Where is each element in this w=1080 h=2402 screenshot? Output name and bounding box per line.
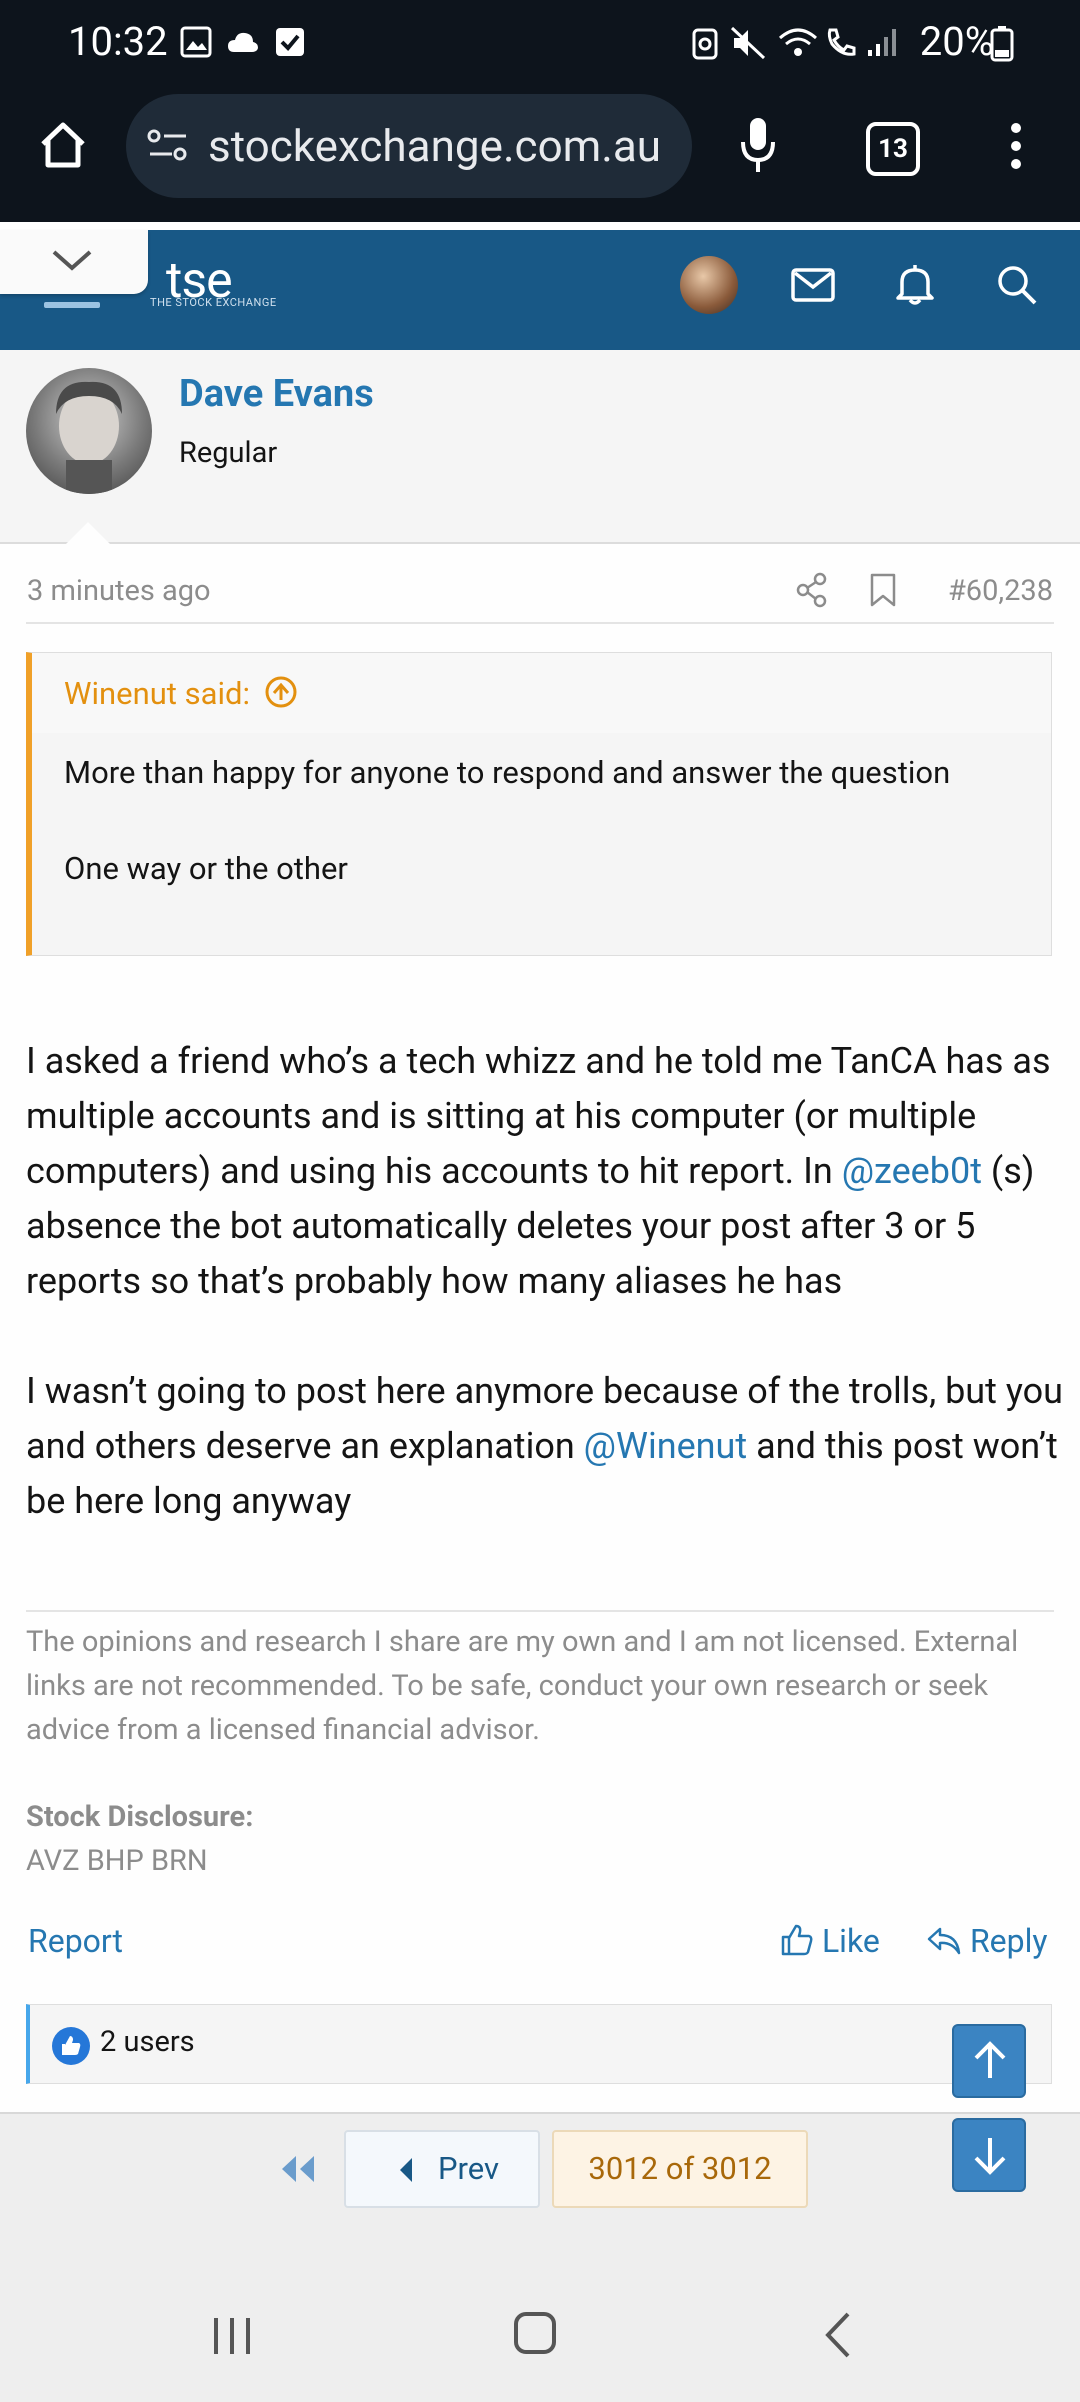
post-user-panel [0, 350, 1080, 544]
post-paragraph-2: I wasn’t going to post here anymore beca… [26, 1364, 1066, 1529]
header-divider [0, 222, 1080, 230]
author-role: Regular [179, 436, 278, 470]
caret-left-icon [400, 2158, 412, 2182]
microphone-icon[interactable] [738, 116, 778, 176]
quote-block: Winenut said: More than happy for anyone… [26, 652, 1052, 956]
browser-menu-icon[interactable] [1006, 120, 1026, 172]
mention-link[interactable]: @zeeb0t [842, 1150, 982, 1192]
prev-page-button[interactable]: Prev [344, 2130, 540, 2208]
quote-author-label: Winenut said: [64, 675, 251, 712]
mention-link[interactable]: @Winenut [584, 1425, 748, 1467]
inbox-icon[interactable] [790, 266, 836, 304]
battery-saver-icon [692, 28, 718, 60]
disclosure-value: AVZ BHP BRN [26, 1844, 208, 1878]
report-button[interactable]: Report [28, 1922, 123, 1960]
like-reaction-icon [52, 2027, 90, 2065]
mute-icon [730, 26, 766, 60]
post-paragraph-1: I asked a friend who’s a tech whizz and … [26, 1034, 1066, 1309]
scroll-to-bottom-button[interactable] [952, 2118, 1026, 2192]
bell-icon[interactable] [894, 262, 936, 306]
thumbs-up-icon [62, 2036, 81, 2055]
author-avatar[interactable] [26, 368, 152, 494]
like-label: Like [821, 1922, 880, 1960]
collapse-header-button[interactable] [0, 230, 148, 294]
wifi-icon [779, 28, 817, 56]
recent-apps-icon[interactable] [210, 2314, 256, 2358]
quote-author[interactable]: Winenut said: [64, 675, 298, 712]
battery-percent: 20% [919, 18, 994, 65]
signal-icon [868, 29, 896, 56]
signature-divider [26, 1610, 1054, 1612]
wifi-calling-icon [827, 28, 856, 56]
share-icon[interactable] [796, 572, 828, 608]
gallery-icon [180, 26, 212, 58]
home-nav-icon[interactable] [512, 2310, 560, 2358]
meta-divider [26, 622, 1054, 624]
post-body: I asked a friend who’s a tech whizz and … [26, 1034, 1066, 1529]
account-avatar[interactable] [680, 256, 738, 314]
like-button[interactable]: Like [780, 1922, 880, 1960]
post-timestamp[interactable]: 3 minutes ago [27, 574, 211, 608]
site-settings-icon[interactable] [146, 128, 190, 164]
signature-text: The opinions and research I share are my… [26, 1625, 1019, 1747]
battery-icon [990, 26, 1014, 62]
prev-label: Prev [438, 2150, 500, 2187]
quote-line-2: One way or the other [64, 850, 348, 887]
reactions-summary[interactable]: 2 users [100, 2025, 195, 2059]
quote-text: More than happy for anyone to respond an… [64, 749, 1004, 893]
home-icon[interactable] [38, 120, 88, 170]
reply-icon [927, 1927, 961, 1955]
chevron-down-icon [52, 250, 92, 271]
checkbox-notification-icon [276, 28, 304, 56]
hamburger-menu-icon[interactable] [44, 300, 104, 310]
arrow-up-icon [974, 2041, 1006, 2078]
first-page-icon[interactable] [276, 2152, 322, 2186]
url-text[interactable]: stockexchange.com.au [208, 120, 661, 172]
post-number[interactable]: #60,238 [948, 574, 1053, 608]
back-nav-icon[interactable] [820, 2310, 856, 2360]
reply-button[interactable]: Reply [926, 1922, 1048, 1960]
status-time: 10:32 [68, 18, 168, 65]
reply-label: Reply [969, 1922, 1048, 1960]
scroll-to-top-button[interactable] [952, 2024, 1026, 2098]
reactions-bar[interactable]: 2 users [26, 2004, 1052, 2084]
tab-switcher-button[interactable]: 13 [866, 122, 920, 176]
disclosure-label: Stock Disclosure: [26, 1800, 254, 1834]
current-page-indicator[interactable]: 3012 of 3012 [552, 2130, 808, 2208]
cloud-icon [228, 32, 258, 52]
panel-pointer [66, 522, 110, 544]
jump-to-quote-icon[interactable] [264, 675, 298, 709]
search-icon[interactable] [996, 264, 1038, 306]
arrow-down-icon [974, 2138, 1006, 2175]
quote-line-1: More than happy for anyone to respond an… [64, 754, 951, 791]
site-logo-subtitle: THE STOCK EXCHANGE [150, 296, 277, 309]
thumbs-up-icon [781, 1924, 813, 1956]
bookmark-icon[interactable] [868, 572, 898, 608]
author-name[interactable]: Dave Evans [179, 372, 374, 416]
author-portrait [56, 381, 122, 494]
